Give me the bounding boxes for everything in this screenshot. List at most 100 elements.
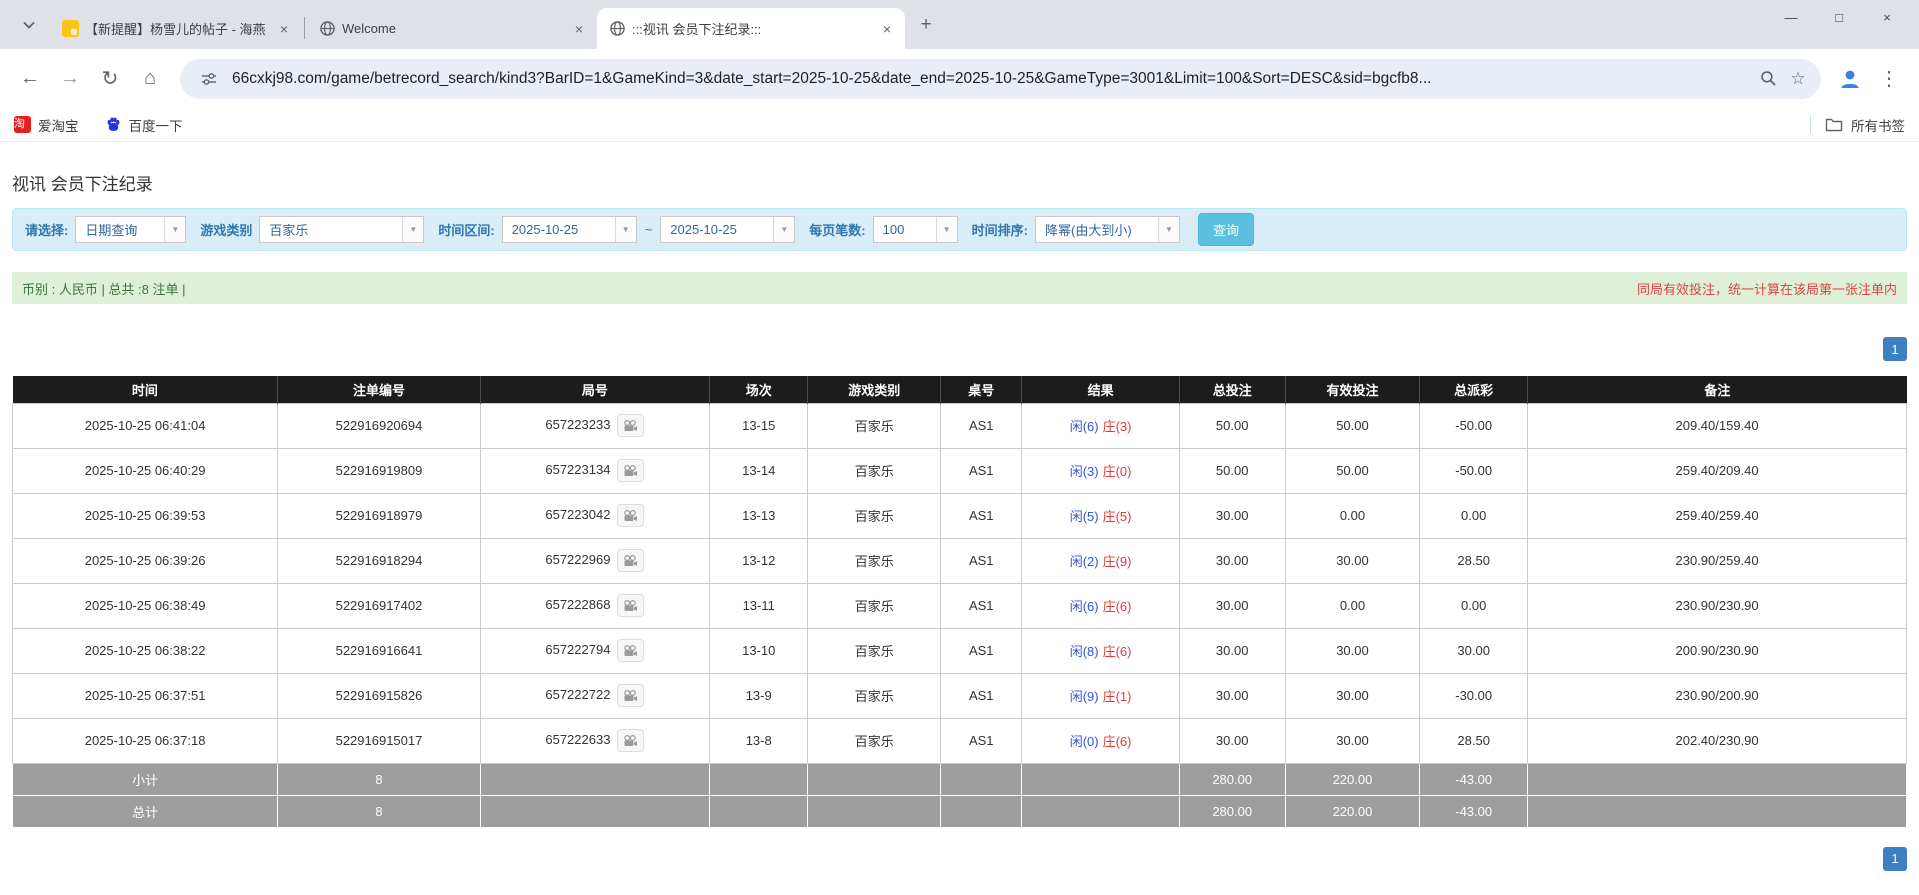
- tab-welcome[interactable]: Welcome ×: [307, 8, 597, 49]
- query-type-select[interactable]: 日期查询 ▼: [75, 216, 186, 243]
- address-bar[interactable]: 66cxkj98.com/game/betrecord_search/kind3…: [180, 59, 1821, 99]
- tab-bet-records[interactable]: :::视讯 会员下注纪录::: ×: [597, 8, 905, 49]
- result-player: 闲(6): [1070, 599, 1099, 614]
- notice-text: 同局有效投注，统一计算在该局第一张注单内: [1637, 279, 1897, 298]
- chevron-down-icon: ▼: [936, 217, 957, 242]
- date-separator: ~: [645, 222, 653, 237]
- page-1-button[interactable]: 1: [1883, 337, 1907, 361]
- cell-valid-bet: 30.00: [1285, 628, 1419, 673]
- replay-video-button[interactable]: [617, 504, 644, 527]
- tab-search-button[interactable]: [12, 8, 46, 42]
- bookmark-baidu[interactable]: 百度一下: [105, 115, 183, 135]
- result-banker: 庄(3): [1103, 419, 1132, 434]
- close-icon[interactable]: ×: [274, 19, 294, 39]
- cell-note: 230.90/230.90: [1528, 583, 1907, 628]
- maximize-button[interactable]: □: [1815, 0, 1863, 34]
- replay-video-button[interactable]: [617, 684, 644, 707]
- zoom-icon[interactable]: [1753, 64, 1783, 94]
- replay-video-button[interactable]: [617, 549, 644, 572]
- totals-label: 总计: [13, 795, 278, 827]
- totals-payout: -43.00: [1420, 763, 1528, 795]
- tab-forum[interactable]: 【新提醒】杨雪儿的帖子 - 海燕 ×: [50, 8, 302, 49]
- globe-icon: [609, 20, 626, 37]
- camera-icon: [623, 510, 638, 522]
- date-end-value: 2025-10-25: [661, 217, 773, 242]
- bookmarks-divider: [1810, 116, 1811, 134]
- cell-time: 2025-10-25 06:40:29: [13, 448, 278, 493]
- cell-result: 闲(8)庄(6): [1022, 628, 1179, 673]
- window-close-button[interactable]: ×: [1863, 0, 1911, 34]
- tab-separator: [304, 17, 305, 39]
- replay-video-button[interactable]: [617, 459, 644, 482]
- cell-result: 闲(9)庄(1): [1022, 673, 1179, 718]
- bookmark-taobao[interactable]: 淘 爱淘宝: [14, 115, 79, 135]
- cell-result: 闲(3) 庄(0): [1022, 448, 1179, 493]
- cell-total-bet: 50.00: [1179, 403, 1285, 448]
- round-id-text: 657222969: [545, 552, 610, 567]
- close-icon[interactable]: ×: [877, 19, 897, 39]
- result-banker: 庄(9): [1103, 554, 1132, 569]
- url-text: 66cxkj98.com/game/betrecord_search/kind3…: [232, 70, 1745, 88]
- camera-icon: [623, 645, 638, 657]
- result-banker: 庄(0): [1103, 464, 1132, 479]
- sort-label: 时间排序:: [972, 220, 1028, 239]
- cell-result: 闲(0)庄(6): [1022, 718, 1179, 763]
- search-button[interactable]: 查询: [1198, 213, 1254, 246]
- cell-time: 2025-10-25 06:39:26: [13, 538, 278, 583]
- column-header: 时间: [13, 376, 278, 403]
- cell-game-type: 百家乐: [808, 493, 941, 538]
- sort-select[interactable]: 降幂(由大到小) ▼: [1035, 216, 1180, 243]
- tab-title: :::视讯 会员下注纪录:::: [632, 19, 871, 38]
- cell-bet-id: 522916916641: [278, 628, 481, 673]
- cell-payout: -30.00: [1420, 673, 1528, 718]
- browser-menu-icon[interactable]: ⋮: [1869, 59, 1909, 99]
- filter-bar: 请选择: 日期查询 ▼ 游戏类别 百家乐 ▼ 时间区间: 2025-10-25 …: [12, 208, 1907, 251]
- cell-bet-id: 522916918294: [278, 538, 481, 583]
- all-bookmarks[interactable]: 所有书签: [1810, 115, 1905, 135]
- new-tab-button[interactable]: +: [911, 10, 941, 40]
- date-range-label: 时间区间:: [438, 220, 494, 239]
- totals-empty: [1022, 795, 1179, 827]
- cell-bet-id: 522916918979: [278, 493, 481, 538]
- camera-icon: [623, 735, 638, 747]
- date-start-input[interactable]: 2025-10-25 ▼: [502, 216, 637, 243]
- column-header: 结果: [1022, 376, 1179, 403]
- column-header: 局号: [480, 376, 709, 403]
- profile-avatar[interactable]: [1831, 60, 1869, 98]
- cell-payout: 28.50: [1420, 538, 1528, 583]
- close-icon[interactable]: ×: [569, 19, 589, 39]
- table-row: 2025-10-25 06:38:49522916917402657222868…: [13, 583, 1907, 628]
- forward-button[interactable]: →: [50, 59, 90, 99]
- cell-note: 209.40/159.40: [1528, 403, 1907, 448]
- cell-table-no: AS1: [941, 538, 1022, 583]
- summary-bar: 币别 : 人民币 | 总共 :8 注单 | 同局有效投注，统一计算在该局第一张注…: [12, 272, 1907, 304]
- cell-table-no: AS1: [941, 628, 1022, 673]
- bookmark-label: 爱淘宝: [38, 115, 79, 135]
- cell-result: 闲(5)庄(5): [1022, 493, 1179, 538]
- cell-total-bet: 30.00: [1179, 628, 1285, 673]
- site-settings-icon[interactable]: [194, 64, 224, 94]
- cell-table-no: AS1: [941, 673, 1022, 718]
- back-button[interactable]: ←: [10, 59, 50, 99]
- replay-video-button[interactable]: [617, 729, 644, 752]
- minimize-button[interactable]: —: [1767, 0, 1815, 34]
- result-player: 闲(9): [1070, 689, 1099, 704]
- home-button[interactable]: ⌂: [130, 59, 170, 99]
- cell-round-id: 657223134: [480, 448, 709, 493]
- cell-result: 闲(6)庄(3): [1022, 403, 1179, 448]
- replay-video-button[interactable]: [617, 414, 644, 437]
- reload-button[interactable]: ↻: [90, 59, 130, 99]
- game-kind-select[interactable]: 百家乐 ▼: [259, 216, 424, 243]
- cell-note: 259.40/259.40: [1528, 493, 1907, 538]
- replay-video-button[interactable]: [617, 639, 644, 662]
- cell-time: 2025-10-25 06:38:22: [13, 628, 278, 673]
- table-row: 2025-10-25 06:37:18522916915017657222633…: [13, 718, 1907, 763]
- page-size-select[interactable]: 100 ▼: [873, 216, 958, 243]
- result-player: 闲(3): [1070, 464, 1099, 479]
- sort-value: 降幂(由大到小): [1036, 217, 1158, 242]
- cell-session: 13-14: [709, 448, 807, 493]
- bookmark-star-icon[interactable]: ☆: [1783, 64, 1813, 94]
- page-1-button[interactable]: 1: [1883, 847, 1907, 871]
- date-end-input[interactable]: 2025-10-25 ▼: [660, 216, 795, 243]
- replay-video-button[interactable]: [617, 594, 644, 617]
